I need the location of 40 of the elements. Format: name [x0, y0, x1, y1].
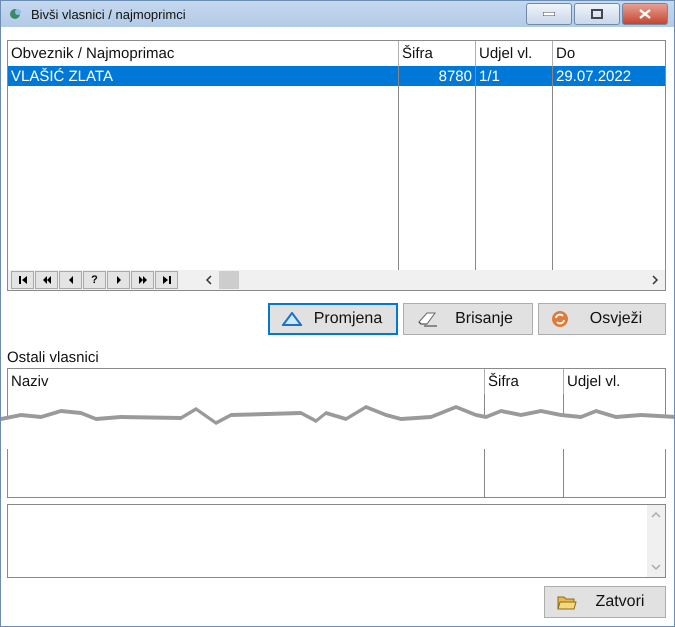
navigator-button[interactable] — [59, 271, 82, 289]
close-icon — [639, 9, 651, 19]
section-label: Ostali vlasnici — [7, 349, 100, 366]
chevron-right-icon — [651, 275, 659, 285]
chevron-left-icon — [205, 275, 213, 285]
first-record-icon — [18, 275, 28, 285]
action-button[interactable]: Promjena — [268, 303, 398, 335]
navigator-button[interactable] — [131, 271, 154, 289]
close-dialog-button[interactable]: Zatvori — [544, 586, 666, 618]
folder-icon — [557, 594, 577, 610]
scroll-thumb[interactable] — [219, 271, 239, 289]
vertical-scrollbar[interactable] — [647, 505, 665, 577]
action-button[interactable]: Osvježi — [538, 303, 666, 335]
column-header[interactable]: Udjel vl. — [564, 369, 665, 394]
triangle-icon — [282, 312, 302, 326]
column-header[interactable]: Šifra — [485, 369, 564, 394]
notes-field[interactable] — [7, 504, 666, 578]
navigator-button[interactable]: ? — [83, 271, 106, 289]
eraser-icon — [416, 311, 438, 327]
minimize-button[interactable] — [526, 3, 572, 25]
chevron-down-icon — [651, 564, 661, 571]
action-button[interactable]: Brisanje — [403, 303, 533, 335]
navigator-button[interactable] — [35, 271, 58, 289]
double-right-arrow-icon — [138, 275, 148, 285]
navigator-button[interactable] — [107, 271, 130, 289]
minimize-icon — [543, 12, 555, 16]
navigator-button[interactable] — [11, 271, 34, 289]
column-header[interactable]: Naziv — [8, 369, 485, 394]
last-record-icon — [162, 275, 172, 285]
navigator-button[interactable] — [155, 271, 178, 289]
restore-icon — [591, 9, 603, 19]
table-cell: VLAŠIĆ ZLATA — [8, 66, 399, 86]
refresh-icon — [551, 310, 569, 328]
app-icon — [9, 7, 23, 21]
chevron-up-icon — [651, 511, 661, 518]
column-header[interactable]: Do — [553, 41, 665, 66]
window-title: Bivši vlasnici / najmoprimci — [31, 6, 187, 22]
maximize-button[interactable] — [574, 3, 620, 25]
double-left-arrow-icon — [42, 275, 52, 285]
close-button[interactable] — [622, 3, 668, 25]
